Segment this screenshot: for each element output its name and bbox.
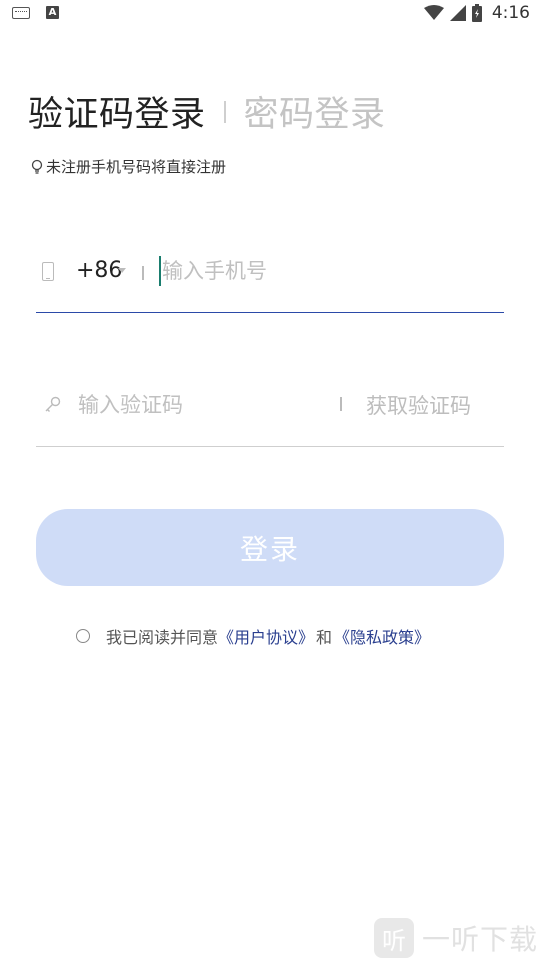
status-bar: A 4:16 (0, 0, 540, 28)
login-tabs: 验证码登录 密码登录 (28, 86, 386, 137)
watermark-text: 一听下载 (421, 923, 538, 956)
chevron-down-icon[interactable] (118, 268, 126, 273)
agreement-checkbox[interactable] (76, 629, 90, 643)
field-divider (142, 266, 144, 280)
status-bar-left: A (12, 6, 59, 19)
tab-sms-login[interactable]: 验证码登录 (28, 86, 206, 137)
text-cursor (159, 256, 161, 286)
wifi-icon (423, 5, 444, 20)
privacy-policy-link[interactable]: 《隐私政策》 (334, 624, 430, 648)
phone-icon (42, 262, 54, 281)
signal-icon (449, 5, 466, 21)
a-icon: A (46, 6, 59, 19)
code-field-row: 获取验证码 (36, 380, 504, 447)
agreement-and: 和 (316, 628, 333, 647)
keyboard-icon (12, 6, 30, 19)
verification-code-input[interactable] (78, 388, 328, 422)
tab-password-login[interactable]: 密码登录 (244, 86, 386, 137)
watermark: 听 一听下载 (373, 918, 538, 958)
battery-icon (471, 4, 482, 22)
watermark-logo: 听 (373, 918, 414, 958)
country-code-selector[interactable]: +86 (76, 258, 122, 283)
phone-field-row: +86 (36, 244, 504, 313)
user-agreement-link[interactable]: 《用户协议》 (218, 624, 314, 648)
tab-divider (223, 100, 226, 123)
phone-input[interactable] (162, 254, 492, 288)
login-button[interactable]: 登录 (36, 509, 504, 586)
agreement-prefix: 我已阅读并同意 (106, 628, 219, 647)
lightbulb-icon (31, 159, 43, 174)
status-time: 4:16 (491, 3, 530, 23)
agreement-row: 我已阅读并同意 《用户协议》 和 《隐私政策》 (76, 624, 430, 648)
get-code-button[interactable]: 获取验证码 (366, 390, 471, 420)
key-icon (45, 396, 61, 412)
register-hint-text: 未注册手机号码将直接注册 (46, 158, 227, 176)
register-hint: 未注册手机号码将直接注册 (30, 156, 226, 177)
field-divider (340, 397, 342, 411)
status-bar-right: 4:16 (423, 3, 530, 23)
